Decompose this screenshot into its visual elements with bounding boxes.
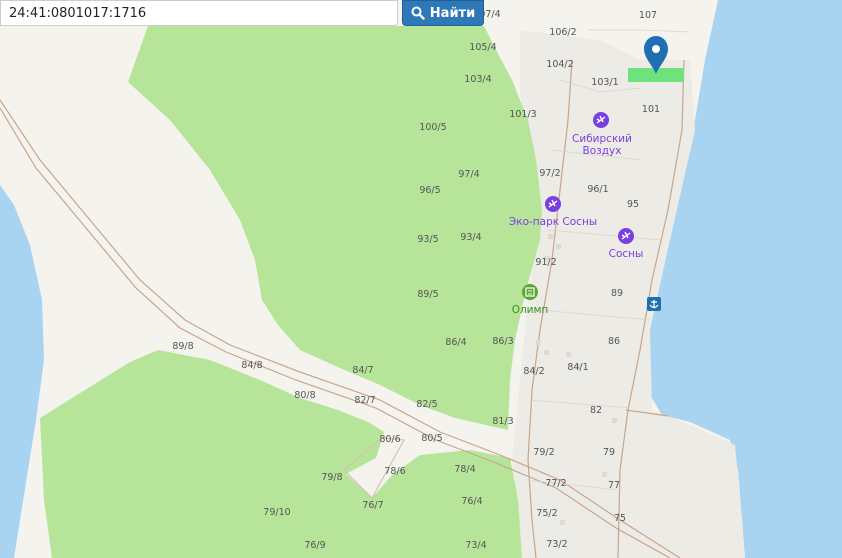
plot-label: 89	[611, 288, 623, 299]
plot-label: 107	[639, 10, 657, 21]
plot-label: 100/5	[419, 122, 446, 133]
plot-label: 76/9	[304, 540, 325, 551]
search-input[interactable]	[0, 0, 398, 26]
plot-label: 93/4	[460, 232, 481, 243]
poi-sibirsky-label-2[interactable]: Воздух	[583, 145, 622, 157]
plot-label: 95	[627, 199, 639, 210]
plot-label: 80/5	[421, 433, 442, 444]
plot-label: 78/6	[384, 466, 405, 477]
plot-label: 96/1	[587, 184, 608, 195]
plot-label: 82/7	[354, 395, 375, 406]
plot-label: 78/4	[454, 464, 475, 475]
plot-label: 79/2	[533, 447, 554, 458]
plot-label: 73/2	[546, 539, 567, 550]
plot-label: 82/5	[416, 399, 437, 410]
plot-label: 75	[614, 513, 626, 524]
plot-label: 76/4	[461, 496, 482, 507]
plot-label: 79/10	[263, 507, 290, 518]
building-icon[interactable]	[522, 284, 538, 300]
plot-label: 77/2	[545, 478, 566, 489]
plot-label: 86/3	[492, 336, 513, 347]
plot-label: 93/5	[417, 234, 438, 245]
plot-label: 79/8	[321, 472, 342, 483]
plot-label: 84/8	[241, 360, 262, 371]
plot-label: 86	[608, 336, 620, 347]
airfield-icon[interactable]	[593, 112, 609, 128]
plot-label: 77	[608, 480, 620, 491]
plot-label: 105/4	[469, 42, 496, 53]
plot-label: 103/4	[464, 74, 491, 85]
plot-label: 76/7	[362, 500, 383, 511]
plot-label: 79	[603, 447, 615, 458]
poi-sibirsky-label-1[interactable]: Сибирский	[572, 133, 632, 145]
plot-label: 80/6	[379, 434, 400, 445]
poi-ekopark-label[interactable]: Эко-парк Сосны	[509, 216, 597, 228]
plot-label: 91/2	[535, 257, 556, 268]
plot-label: 84/2	[523, 366, 544, 377]
plot-label: 80/8	[294, 390, 315, 401]
search-button[interactable]: Найти	[402, 0, 484, 26]
airfield-icon[interactable]	[545, 196, 561, 212]
plot-label: 97/2	[539, 168, 560, 179]
plot-label: 104/2	[546, 59, 573, 70]
plot-label: 81/3	[492, 416, 513, 427]
plot-label: 73/4	[465, 540, 486, 551]
search-button-label: Найти	[429, 5, 476, 21]
anchor-icon[interactable]	[647, 297, 661, 311]
plot-label: 84/7	[352, 365, 373, 376]
plot-label: 75/2	[536, 508, 557, 519]
plot-label: 84/1	[567, 362, 588, 373]
plot-label: 96/5	[419, 185, 440, 196]
plot-label: 86/4	[445, 337, 466, 348]
plot-label: 103/1	[591, 77, 618, 88]
plot-label: 101	[642, 104, 660, 115]
plot-label: 82	[590, 405, 602, 416]
poi-olimp-label[interactable]: Олимп	[512, 304, 549, 316]
plot-label: 89/5	[417, 289, 438, 300]
plot-label: 97/4	[458, 169, 479, 180]
plot-label: 101/3	[509, 109, 536, 120]
cadastral-map[interactable]: Сибирский Воздух Эко-парк Сосны Сосны Ол…	[0, 0, 842, 558]
plot-label: 89/8	[172, 341, 193, 352]
poi-sosny-label[interactable]: Сосны	[609, 248, 644, 260]
search-icon	[411, 6, 425, 20]
plot-label: 106/2	[549, 27, 576, 38]
airfield-icon[interactable]	[618, 228, 634, 244]
